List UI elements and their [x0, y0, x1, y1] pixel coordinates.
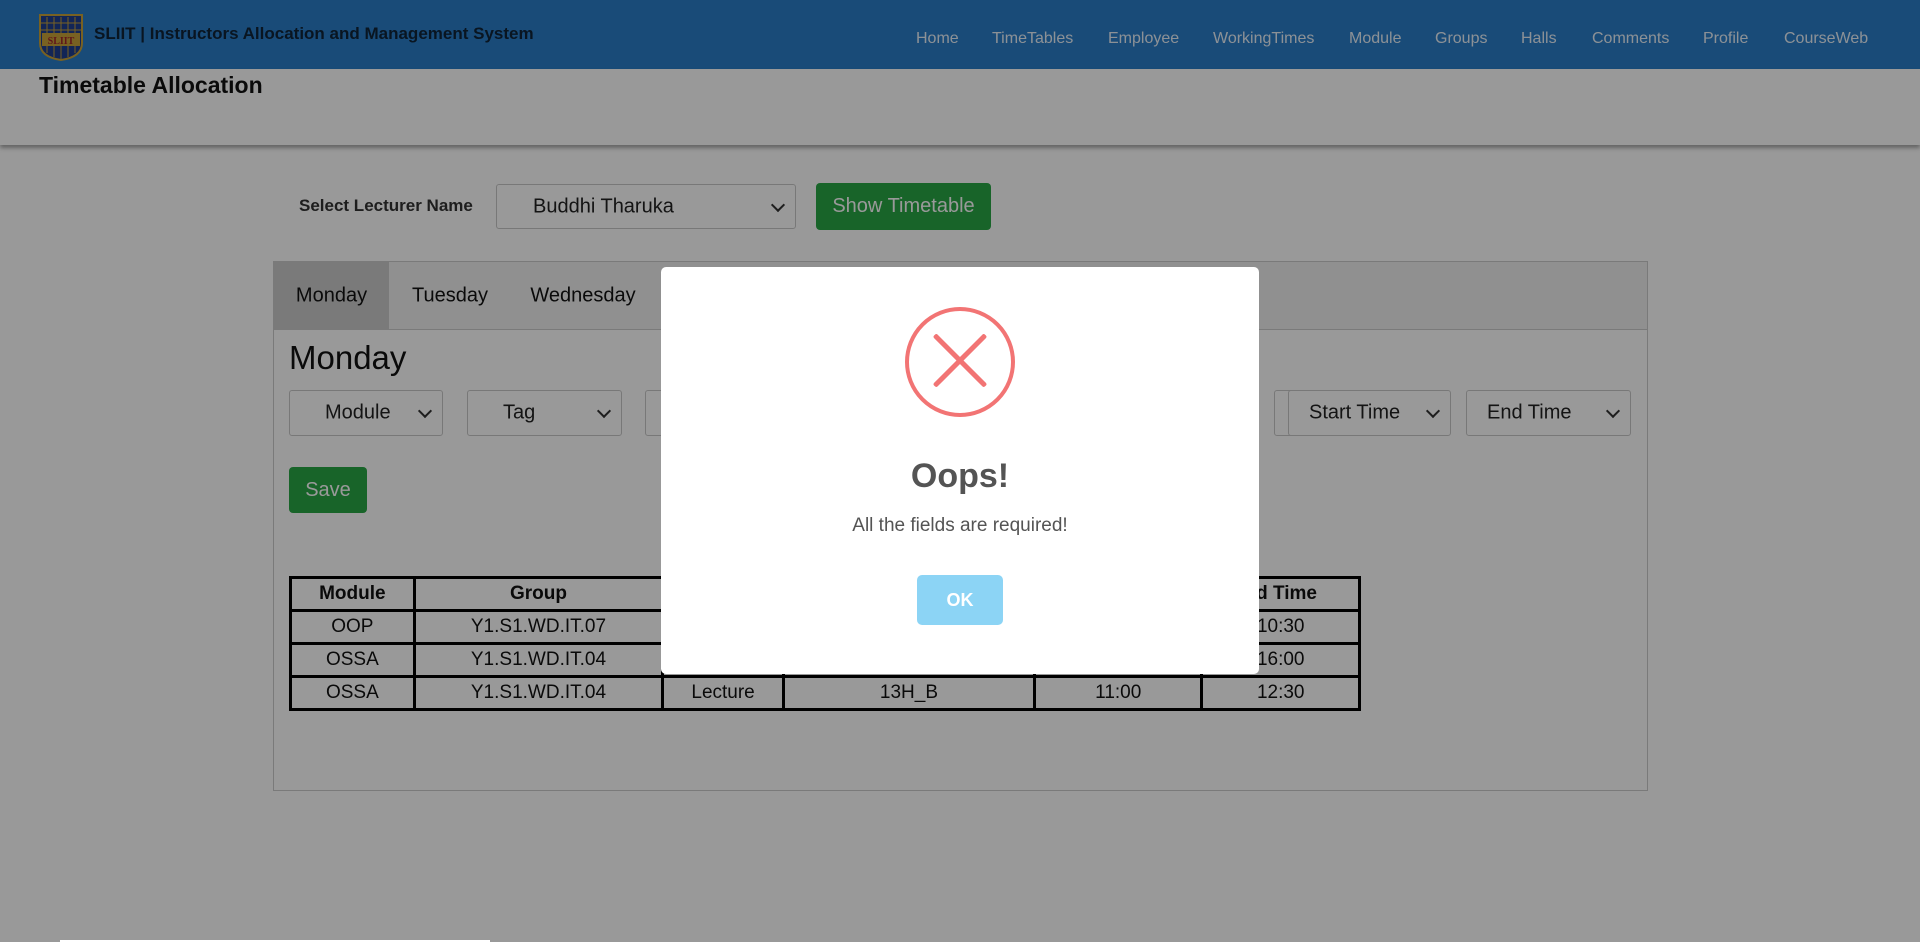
ok-button[interactable]: OK — [917, 575, 1003, 625]
error-dialog: Oops! All the fields are required! OK — [661, 267, 1259, 674]
dialog-message: All the fields are required! — [852, 515, 1068, 536]
dialog-title: Oops! — [910, 457, 1010, 495]
error-x-icon — [905, 307, 1015, 417]
